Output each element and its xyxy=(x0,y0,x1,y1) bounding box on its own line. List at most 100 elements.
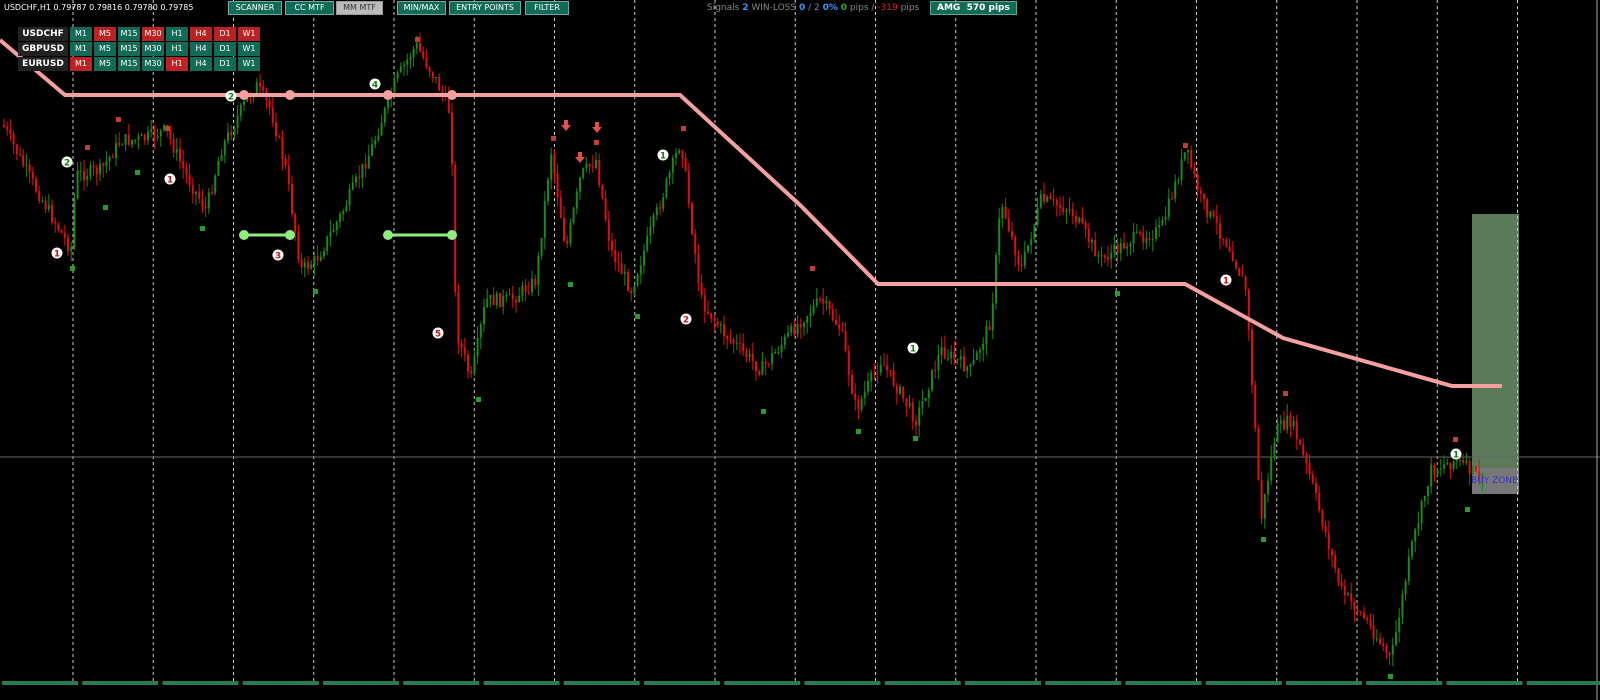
mtf-cell[interactable]: M5 xyxy=(94,57,116,71)
candle-body xyxy=(195,191,197,194)
candle-body xyxy=(835,319,837,325)
candle-body xyxy=(115,142,117,158)
candle-body xyxy=(1267,480,1269,494)
sell-arrow-icon xyxy=(592,122,602,133)
candle-body xyxy=(255,82,258,95)
candle-body xyxy=(662,197,665,209)
candle-body xyxy=(1363,612,1365,618)
candle-body xyxy=(1068,209,1071,211)
candle-body xyxy=(1071,209,1074,216)
candle-body xyxy=(83,170,85,180)
mtf-cell[interactable]: D1 xyxy=(214,57,236,71)
candle-body xyxy=(1135,231,1138,233)
mtf-cell[interactable]: W1 xyxy=(238,42,260,56)
mm-mtf-button[interactable]: MM MTF xyxy=(336,1,383,15)
mtf-symbol[interactable]: GBPUSD xyxy=(18,42,68,56)
candle-body xyxy=(815,298,818,306)
candle-body xyxy=(1340,582,1343,586)
candle-body xyxy=(591,166,594,168)
candle-body xyxy=(985,325,988,344)
candle-body xyxy=(1235,261,1237,269)
mtf-cell[interactable]: H4 xyxy=(190,27,212,41)
signals-label: Signals xyxy=(707,3,740,13)
candle-body xyxy=(1427,486,1429,497)
candle-body xyxy=(1375,638,1378,640)
minmax-marker xyxy=(1183,143,1188,148)
candle-body xyxy=(463,347,466,355)
price-chart[interactable]: 1 1 3 5 2 1 2 2 4 1 1 1 xyxy=(0,0,1600,700)
mtf-cell[interactable]: W1 xyxy=(238,57,260,71)
candle-body xyxy=(892,370,895,386)
mtf-cell[interactable]: M1 xyxy=(70,57,92,71)
candle-body xyxy=(700,282,703,296)
candle-body xyxy=(774,352,777,354)
mtf-cell[interactable]: M5 xyxy=(94,42,116,56)
mtf-cell[interactable]: H1 xyxy=(166,42,188,56)
candle-body xyxy=(1289,415,1292,427)
candle-body xyxy=(268,100,271,108)
candle-body xyxy=(870,372,873,381)
candle-body xyxy=(1212,211,1215,217)
candle-body xyxy=(678,150,681,153)
candle-body xyxy=(844,330,847,352)
mtf-cell[interactable]: M30 xyxy=(142,42,164,56)
minmax-marker xyxy=(635,314,640,319)
candle-body xyxy=(1215,216,1218,224)
candle-body xyxy=(249,97,252,99)
candle-body xyxy=(1471,466,1474,475)
mtf-symbol[interactable]: EURUSD xyxy=(18,57,68,71)
candle-body xyxy=(969,364,972,367)
mtf-symbol[interactable]: USDCHF xyxy=(18,27,68,41)
mtf-cell[interactable]: H1 xyxy=(166,57,188,71)
candle-body xyxy=(127,134,130,145)
entry-points-button[interactable]: ENTRY POINTS xyxy=(449,1,521,15)
candle-body xyxy=(828,301,831,310)
pips-loss: -319 xyxy=(877,3,898,13)
mtf-cell[interactable]: M1 xyxy=(70,27,92,41)
candle-body xyxy=(105,161,108,166)
candle-body xyxy=(220,155,223,161)
candle-body xyxy=(614,249,617,262)
candle-body xyxy=(979,350,981,353)
candle-body xyxy=(284,158,287,166)
candle-body xyxy=(499,293,501,307)
candle-body xyxy=(697,253,700,283)
candle-body xyxy=(259,82,261,87)
scanner-button[interactable]: SCANNER xyxy=(228,1,282,15)
candle-body xyxy=(633,285,636,294)
mtf-cell[interactable]: W1 xyxy=(238,27,260,41)
candle-body xyxy=(671,157,674,173)
candle-body xyxy=(1270,456,1273,481)
mtf-cell[interactable]: M15 xyxy=(118,57,140,71)
mtf-cell[interactable]: M15 xyxy=(118,27,140,41)
mtf-cell[interactable]: M30 xyxy=(142,57,164,71)
candle-body xyxy=(639,265,642,275)
mtf-cell[interactable]: H4 xyxy=(190,57,212,71)
cc-mtf-button[interactable]: CC MTF xyxy=(285,1,334,15)
mtf-cell[interactable]: M15 xyxy=(118,42,140,56)
min-max-button[interactable]: MIN/MAX xyxy=(397,1,446,15)
candle-body xyxy=(415,42,418,49)
candle-body xyxy=(803,322,805,328)
mtf-cell[interactable]: H1 xyxy=(166,27,188,41)
candle-body xyxy=(1113,244,1116,253)
mtf-cell[interactable]: M30 xyxy=(142,27,164,41)
candle-body xyxy=(1411,541,1413,557)
candle-body xyxy=(745,350,748,358)
mtf-cell[interactable]: D1 xyxy=(214,42,236,56)
minmax-marker xyxy=(476,397,481,402)
candle-body xyxy=(467,354,469,372)
session-bar xyxy=(2,681,78,685)
trend-node xyxy=(383,90,393,100)
candle-body xyxy=(883,364,885,366)
candle-body xyxy=(748,354,751,358)
candle-body xyxy=(726,335,729,339)
mtf-cell[interactable]: M1 xyxy=(70,42,92,56)
mtf-cell[interactable]: M5 xyxy=(94,27,116,41)
mtf-cell[interactable]: D1 xyxy=(214,27,236,41)
filter-button[interactable]: FILTER xyxy=(525,1,569,15)
signal-number: 3 xyxy=(275,252,281,262)
trend-node xyxy=(285,90,295,100)
mtf-cell[interactable]: H4 xyxy=(190,42,212,56)
candle-body xyxy=(819,298,821,300)
